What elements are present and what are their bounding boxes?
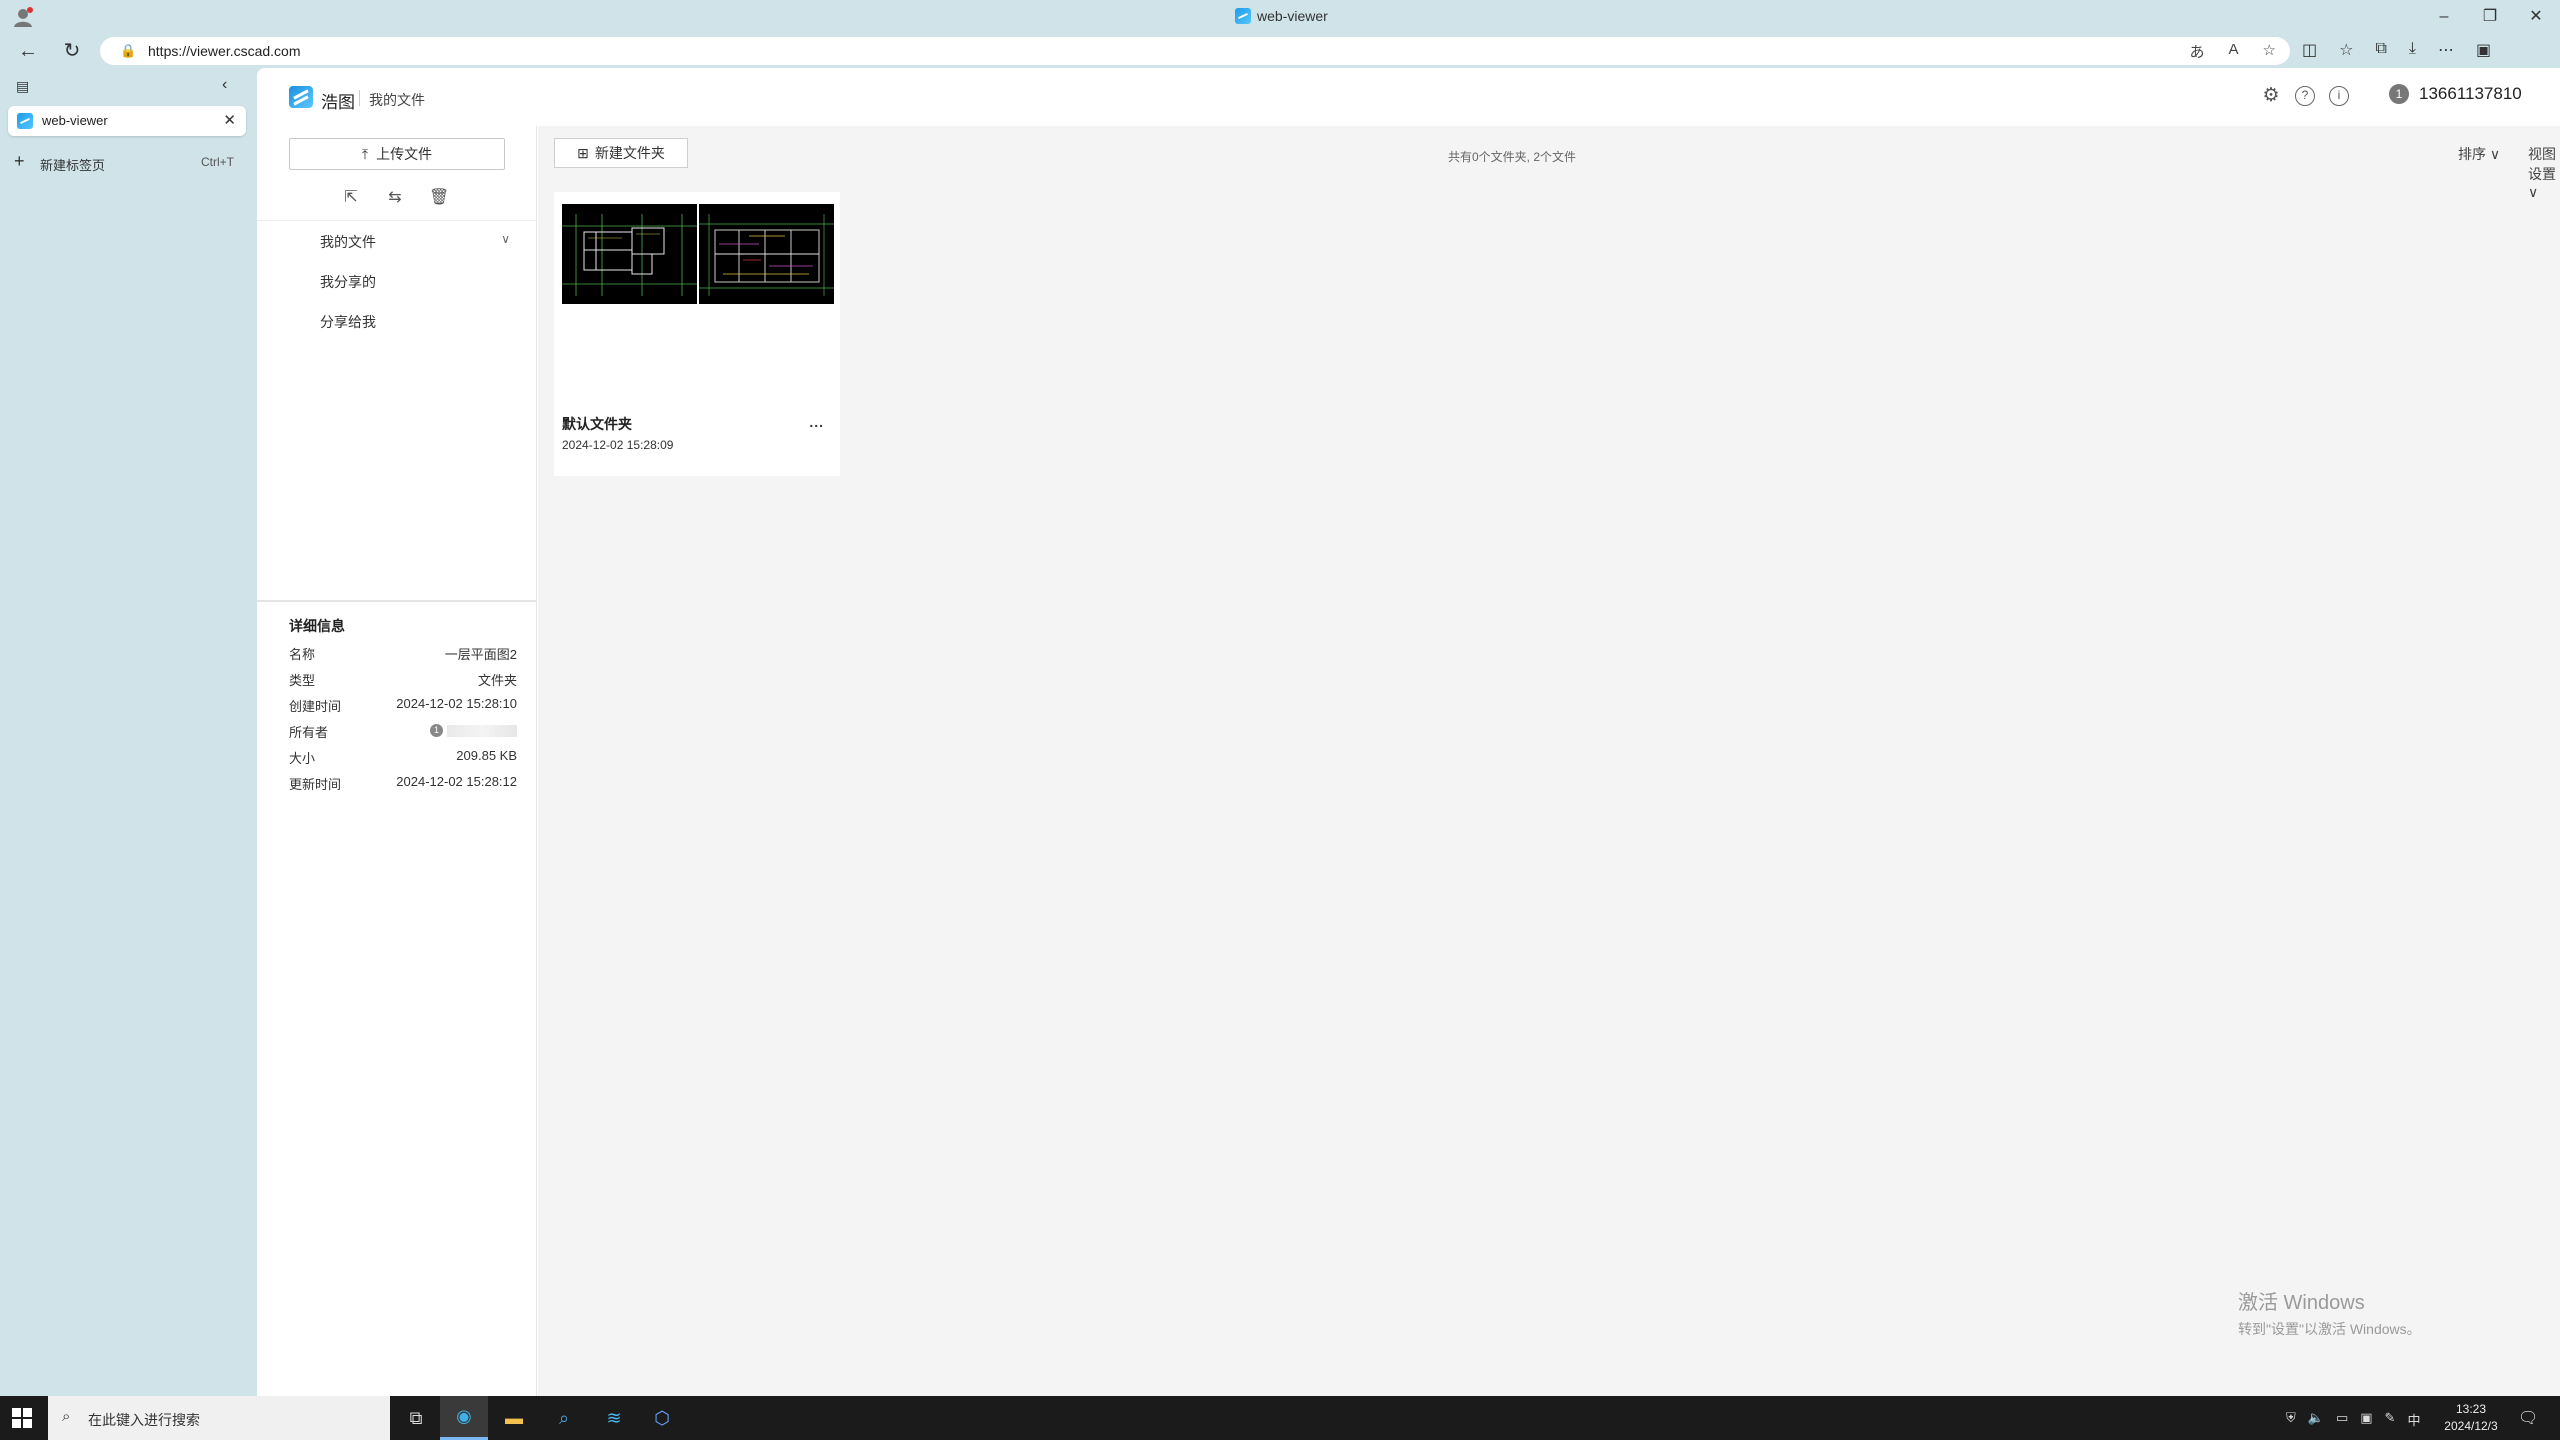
tab-web-viewer[interactable]: web-viewer ✕ (8, 106, 246, 136)
back-button[interactable]: ← (14, 38, 42, 64)
close-tab-icon[interactable]: ✕ (223, 111, 236, 129)
owner-name-redacted (447, 724, 517, 737)
volume-icon[interactable]: 🔈 (2308, 1410, 2324, 1429)
item-count: 共有0个文件夹, 2个文件 (1448, 150, 1577, 164)
folder-name[interactable]: 默认文件夹 (562, 414, 632, 434)
avatar[interactable]: 1 (2389, 84, 2409, 104)
network-icon[interactable]: ▭ (2336, 1410, 2348, 1429)
translate-icon[interactable]: あ (2190, 41, 2205, 62)
task-view-icon[interactable]: ⧉ (392, 1396, 440, 1440)
detail-row-created: 创建时间 2024-12-02 15:28:10 (289, 696, 517, 714)
address-bar[interactable]: 🔒 https://viewer.cscad.com あ A ☆ (100, 37, 2290, 65)
help-icon[interactable]: ? (2295, 86, 2315, 106)
taskbar-clock[interactable]: 13:23 2024/12/3 (2434, 1401, 2508, 1435)
nav-my-files[interactable]: 我的文件 ∨ (320, 232, 510, 254)
owner-value: 1 (430, 722, 517, 738)
url-text[interactable]: https://viewer.cscad.com (148, 43, 301, 59)
security-shield-icon[interactable]: ⛨ (2286, 1410, 2296, 1429)
window-title: web-viewer (1235, 8, 1328, 24)
pen-icon[interactable]: ✎ (2385, 1410, 2396, 1429)
windows-activation-watermark: 激活 Windows 转到"设置"以激活 Windows。 (2238, 1292, 2421, 1337)
user-name[interactable]: 13661137810 (2419, 84, 2522, 104)
refresh-button[interactable]: ↻ (58, 38, 86, 64)
read-aloud-icon[interactable]: A (2229, 41, 2239, 62)
detail-row-size: 大小 209.85 KB (289, 748, 517, 766)
ime-indicator[interactable]: 中 (2407, 1410, 2420, 1429)
settings-gear-icon[interactable]: ⚙ (2261, 86, 2281, 106)
detail-row-updated: 更新时间 2024-12-02 15:28:12 (289, 774, 517, 792)
split-screen-icon[interactable]: ◫ (2302, 40, 2317, 60)
brand-name[interactable]: 浩图 (321, 88, 355, 113)
minimize-button[interactable]: – (2424, 4, 2464, 30)
nav-shared-with-me[interactable]: 分享给我 (320, 312, 510, 334)
upload-icon: ⤒ (361, 145, 369, 162)
upload-file-button[interactable]: ⤒ 上传文件 (289, 138, 505, 170)
sidebar-divider (257, 220, 537, 221)
haotu-app-icon[interactable]: ≋ (590, 1396, 638, 1440)
more-options-icon[interactable]: ... (809, 414, 824, 430)
close-window-button[interactable]: ✕ (2516, 4, 2556, 30)
details-title: 详细信息 (289, 618, 345, 634)
web-viewer-favicon-icon (1235, 8, 1251, 24)
move-icon[interactable]: ⇱ (341, 188, 361, 208)
system-tray: ⛨ 🔈 ▭ ▣ ✎ 中 (2286, 1410, 2420, 1429)
new-folder-button[interactable]: ⊞ 新建文件夹 (554, 138, 688, 168)
vertical-tabs-panel: ▤ ‹ web-viewer ✕ + 新建标签页 Ctrl+T (0, 68, 256, 1396)
web-app: 浩图 我的文件 ⚙ ? i 1 13661137810 ⤒ 上传文件 ⇱ ⇆ 🗑… (257, 68, 2560, 1396)
settings-app-icon[interactable]: ⬡ (638, 1396, 686, 1440)
cad-thumbnail-2 (699, 204, 834, 304)
cad-thumbnail-1 (562, 204, 697, 304)
delete-trash-icon[interactable]: 🗑 (429, 188, 449, 208)
downloads-icon[interactable]: ⤓ (2409, 40, 2416, 60)
detail-row-name: 名称 一层平面图2 (289, 647, 517, 662)
display-icon[interactable]: ▣ (2360, 1410, 2372, 1429)
edge-browser-icon[interactable]: ◉ (440, 1396, 488, 1440)
more-menu-icon[interactable]: ⋯ (2438, 40, 2454, 60)
search-app-icon[interactable]: ⌕ (540, 1396, 588, 1440)
plus-icon: + (14, 151, 25, 171)
file-browser-main: ⊞ 新建文件夹 共有0个文件夹, 2个文件 排序 ∨ 视图设置 ∨ 默认文件夹 … (538, 126, 2560, 1396)
detail-row-type: 类型 文件夹 (289, 673, 517, 688)
browser-title-bar: web-viewer – ❐ ✕ (0, 0, 2560, 34)
chevron-down-icon: ∨ (2489, 146, 2501, 162)
windows-start-icon[interactable] (12, 1408, 32, 1428)
favorites-icon[interactable]: ☆ (2339, 40, 2353, 60)
header-divider (359, 90, 360, 106)
file-explorer-icon[interactable]: ▬ (490, 1396, 538, 1440)
lock-icon[interactable]: 🔒 (120, 43, 136, 59)
info-icon[interactable]: i (2329, 86, 2349, 106)
address-bar-row: ← ↻ 🔒 https://viewer.cscad.com あ A ☆ ◫ ☆… (0, 34, 2560, 68)
windows-taskbar: ⌕ 在此键入进行搜索 ⧉ ◉ ▬ ⌕ ≋ ⬡ ⛨ 🔈 ▭ ▣ ✎ 中 13:23… (0, 1396, 2560, 1440)
user-menu[interactable]: 1 13661137810 (2389, 84, 2522, 104)
chevron-down-icon[interactable]: ∨ (501, 232, 510, 246)
sort-dropdown[interactable]: 排序 ∨ (2458, 144, 2500, 164)
breadcrumb[interactable]: 我的文件 (369, 90, 425, 110)
app-logo-icon[interactable] (289, 86, 313, 108)
favorite-star-icon[interactable]: ☆ (2263, 41, 2276, 62)
details-divider (257, 600, 537, 602)
collections-icon[interactable]: ⧉ (2375, 40, 2386, 60)
chevron-down-icon: ∨ (2528, 184, 2539, 200)
app-header: 浩图 我的文件 ⚙ ? i 1 13661137810 (257, 68, 2560, 126)
file-sidebar: ⤒ 上传文件 ⇱ ⇆ 🗑 我的文件 ∨ 我分享的 分享给我 详细信息 名称 一层… (257, 126, 537, 1396)
profile-icon[interactable] (12, 6, 34, 28)
owner-avatar: 1 (430, 724, 443, 738)
detail-row-owner: 所有者 1 (289, 722, 517, 740)
notification-icon[interactable]: 🗨 (2518, 1408, 2538, 1428)
taskbar-search[interactable]: ⌕ 在此键入进行搜索 (48, 1396, 390, 1440)
sidebar-toggle-icon[interactable]: ▣ (2476, 40, 2491, 60)
folder-card[interactable]: 默认文件夹 ... 2024-12-02 15:28:09 (554, 192, 840, 476)
collapse-tabs-icon[interactable]: ‹ (222, 76, 227, 94)
new-tab-button[interactable]: + 新建标签页 Ctrl+T (14, 152, 234, 174)
nav-my-shared[interactable]: 我分享的 (320, 272, 510, 294)
restore-button[interactable]: ❐ (2470, 4, 2510, 30)
view-settings-dropdown[interactable]: 视图设置 ∨ (2528, 144, 2560, 201)
share-icon[interactable]: ⇆ (385, 188, 405, 208)
search-icon: ⌕ (62, 1408, 71, 1425)
tab-favicon-icon (17, 113, 33, 129)
new-folder-icon: ⊞ (577, 144, 589, 161)
folder-date: 2024-12-02 15:28:09 (562, 438, 674, 452)
tab-actions-icon[interactable]: ▤ (16, 78, 29, 95)
